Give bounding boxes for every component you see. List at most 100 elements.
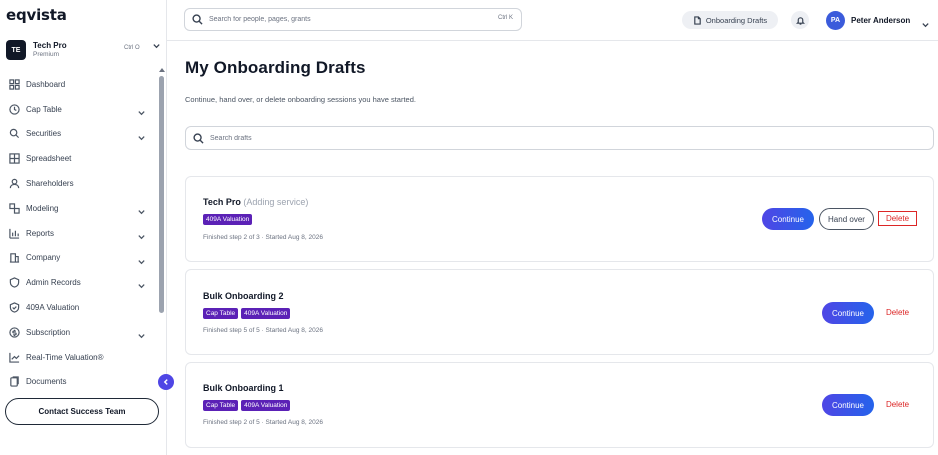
search-shortcut: Ctrl K	[498, 15, 513, 21]
sidebar-item-409a-valuation[interactable]: 409A Valuation	[0, 295, 157, 320]
draft-card: Bulk Onboarding 2 Cap Table 409A Valuati…	[185, 269, 934, 355]
sidebar-item-company[interactable]: Company	[0, 246, 157, 271]
user-name: Peter Anderson	[851, 15, 911, 25]
dashboard-icon	[8, 78, 20, 90]
draft-meta: Finished step 5 of 5 · Started Aug 8, 20…	[203, 327, 323, 334]
sidebar-item-reports[interactable]: Reports	[0, 221, 157, 246]
search-icon	[192, 14, 203, 25]
sidebar-item-label: Modeling	[26, 203, 59, 213]
draft-name: Bulk Onboarding 1	[203, 383, 284, 393]
sidebar-item-label: Spreadsheet	[26, 154, 72, 164]
chevron-down-icon	[137, 228, 146, 239]
page-subtitle: Continue, hand over, or delete onboardin…	[185, 95, 416, 104]
notifications-button[interactable]	[791, 11, 809, 29]
user-menu[interactable]: PA Peter Anderson	[826, 9, 930, 31]
continue-button[interactable]: Continue	[822, 394, 874, 416]
tag-409a-valuation: 409A Valuation	[241, 308, 291, 320]
org-shortcut: Ctrl O	[124, 45, 140, 51]
global-search[interactable]: Ctrl K	[184, 8, 522, 31]
sidebar-item-label: 409A Valuation	[26, 303, 80, 313]
sidebar-item-cap-table[interactable]: Cap Table	[0, 97, 157, 122]
draft-tags: Cap Table 409A Valuation	[203, 308, 291, 320]
sidebar-item-label: Documents	[26, 377, 67, 387]
chevron-down-icon	[137, 277, 146, 289]
sidebar-item-label: Securities	[26, 129, 62, 139]
draft-tags: 409A Valuation	[203, 214, 253, 226]
drafts-search[interactable]	[185, 126, 934, 150]
spreadsheet-icon	[8, 153, 20, 165]
delete-button[interactable]: Delete	[878, 305, 917, 320]
sidebar-scrollbar[interactable]	[159, 76, 164, 313]
hand-over-button[interactable]: Hand over	[819, 208, 874, 230]
delete-button[interactable]: Delete	[878, 397, 917, 412]
draft-title: Bulk Onboarding 1	[203, 383, 284, 393]
chevron-down-icon	[137, 129, 146, 140]
sidebar-item-label: Real-Time Valuation®	[26, 352, 104, 362]
company-icon	[8, 252, 20, 264]
admin-records-icon	[8, 277, 20, 289]
document-icon	[694, 15, 701, 25]
app-logo[interactable]: eqvista	[6, 6, 67, 24]
draft-name: Tech Pro	[203, 197, 241, 207]
avatar: PA	[826, 10, 845, 30]
tag-cap-table: Cap Table	[203, 400, 239, 412]
delete-button[interactable]: Delete	[878, 211, 917, 226]
sidebar-item-label: Admin Records	[26, 278, 81, 288]
chevron-left-icon	[163, 379, 168, 385]
scroll-up-arrow[interactable]	[159, 68, 165, 72]
page-title: My Onboarding Drafts	[185, 58, 366, 77]
modeling-icon	[8, 202, 20, 214]
continue-button[interactable]: Continue	[762, 208, 814, 230]
draft-meta: Finished step 2 of 5 · Started Aug 8, 20…	[203, 419, 323, 426]
sidebar-item-subscription[interactable]: Subscription	[0, 320, 157, 345]
bell-icon	[795, 16, 805, 25]
sidebar-item-real-time-valuation[interactable]: Real-Time Valuation®	[0, 345, 157, 370]
collapse-sidebar-button[interactable]	[158, 374, 174, 390]
documents-icon	[8, 376, 20, 388]
draft-tags: Cap Table 409A Valuation	[203, 400, 291, 412]
sidebar-item-documents[interactable]: Documents	[0, 370, 157, 395]
draft-card: Bulk Onboarding 1 Cap Table 409A Valuati…	[185, 362, 934, 448]
onboarding-drafts-label: Onboarding Drafts	[705, 15, 768, 25]
org-plan: Premium	[33, 50, 60, 58]
contact-success-team-button[interactable]: Contact Success Team	[5, 398, 159, 425]
sidebar-item-modeling[interactable]: Modeling	[0, 196, 157, 221]
sidebar-item-admin-records[interactable]: Admin Records	[0, 270, 157, 295]
draft-title: Tech Pro (Adding service)	[203, 197, 308, 207]
chevron-down-icon	[137, 203, 146, 215]
org-avatar: TE	[6, 40, 26, 60]
sidebar: eqvista TE Tech Pro Premium Ctrl O Dashb…	[0, 0, 174, 455]
chevron-down-icon	[137, 327, 146, 339]
reports-icon	[8, 227, 20, 239]
org-switcher[interactable]: TE Tech Pro Premium Ctrl O	[6, 38, 160, 62]
subscription-icon	[8, 326, 20, 338]
draft-name: Bulk Onboarding 2	[203, 291, 284, 301]
global-search-input[interactable]	[209, 16, 479, 23]
sidebar-item-securities[interactable]: Securities	[0, 122, 157, 147]
tag-409a-valuation: 409A Valuation	[241, 400, 291, 412]
draft-title: Bulk Onboarding 2	[203, 291, 284, 301]
sidebar-item-label: Company	[26, 253, 61, 263]
sidebar-item-label: Shareholders	[26, 179, 74, 189]
tag-cap-table: Cap Table	[203, 308, 239, 320]
securities-icon	[8, 128, 20, 140]
chevron-down-icon	[137, 104, 146, 115]
sidebar-item-shareholders[interactable]: Shareholders	[0, 171, 157, 196]
cap-table-icon	[8, 103, 20, 115]
drafts-search-input[interactable]	[210, 134, 810, 142]
continue-button[interactable]: Continue	[822, 302, 874, 324]
sidebar-item-dashboard[interactable]: Dashboard	[0, 72, 157, 97]
shareholders-icon	[8, 178, 20, 190]
topbar: Ctrl K Onboarding Drafts PA Peter Anders…	[167, 0, 938, 41]
chart-line-icon	[8, 351, 20, 363]
onboarding-drafts-button[interactable]: Onboarding Drafts	[682, 11, 778, 29]
valuation-icon	[8, 302, 20, 314]
draft-context: (Adding service)	[243, 197, 309, 207]
sidebar-item-label: Cap Table	[26, 104, 62, 114]
sidebar-item-spreadsheet[interactable]: Spreadsheet	[0, 146, 157, 171]
draft-meta: Finished step 2 of 3 · Started Aug 8, 20…	[203, 234, 323, 241]
org-name: Tech Pro	[33, 40, 67, 50]
chevron-down-icon[interactable]	[152, 41, 161, 52]
sidebar-nav: Dashboard Cap Table Securities Spreadshe…	[0, 72, 157, 394]
sidebar-item-label: Subscription	[26, 327, 71, 337]
